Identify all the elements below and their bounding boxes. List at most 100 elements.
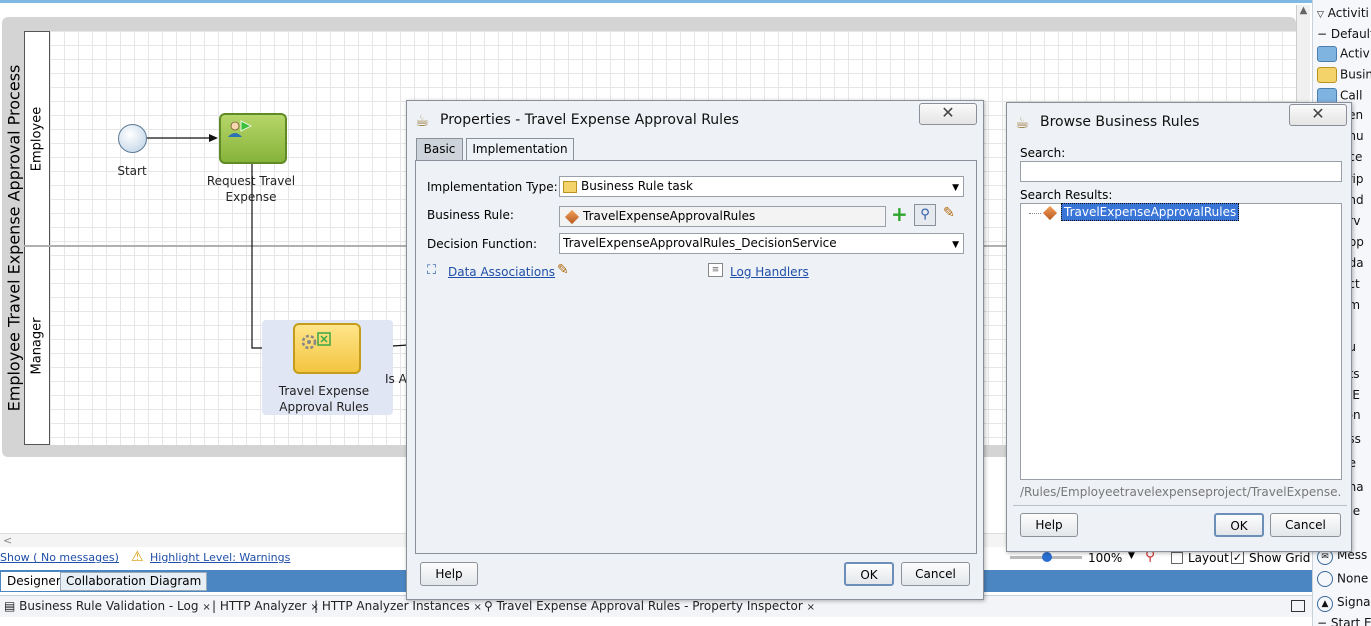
close-button[interactable]: ✕: [919, 103, 977, 125]
scroll-up-icon[interactable]: ▲: [1297, 5, 1310, 16]
request-travel-expense-task[interactable]: [219, 113, 287, 164]
search-label: Search:: [1020, 146, 1066, 160]
cancel-button[interactable]: Cancel: [1270, 513, 1341, 537]
browse-business-rules-dialog: ☕ Browse Business Rules ✕ Search: Search…: [1006, 102, 1352, 552]
edit-pencil-icon[interactable]: ✎: [943, 205, 955, 221]
rule-task-label: Travel Expense Approval Rules: [278, 384, 370, 414]
travel-expense-approval-rules-task[interactable]: [293, 323, 361, 374]
zoom-slider[interactable]: [1010, 552, 1082, 562]
browse-search-icon[interactable]: ⚲: [914, 204, 936, 226]
palette-section-start-events[interactable]: − Start E: [1317, 616, 1371, 626]
palette-item-business-rule[interactable]: Busin: [1317, 67, 1371, 83]
user-task-icon: [228, 120, 252, 137]
activity-icon: [1317, 46, 1337, 62]
close-icon: ✕: [1311, 104, 1325, 123]
chevron-down-icon: ▼: [952, 183, 959, 193]
implementation-type-label: Implementation Type:: [427, 180, 558, 194]
close-icon[interactable]: ×: [474, 602, 482, 613]
show-grid-checkbox[interactable]: ✓: [1231, 551, 1244, 564]
palette-section-label: Default: [1330, 27, 1371, 41]
tree-connector: [1029, 213, 1041, 214]
business-rule-label: Business Rule:: [427, 208, 514, 222]
decision-function-label: Decision Function:: [427, 237, 537, 251]
properties-dialog: ☕ Properties - Travel Expense Approval R…: [406, 100, 984, 600]
tab-collaboration-diagram[interactable]: Collaboration Diagram: [60, 572, 208, 591]
log-handlers-link[interactable]: Log Handlers: [730, 265, 809, 279]
help-button[interactable]: Help: [420, 562, 478, 586]
warning-icon: ⚠: [131, 549, 144, 565]
ok-button[interactable]: OK: [844, 562, 894, 586]
tab-http-analyzer-label: HTTP Analyzer: [219, 599, 307, 613]
palette-item-label: Signa: [1337, 595, 1371, 609]
business-rule-field[interactable]: TravelExpenseApprovalRules: [559, 206, 886, 227]
palette-item-label: Activ: [1340, 46, 1370, 61]
zoom-level[interactable]: 100%: [1088, 551, 1122, 565]
decision-function-select[interactable]: TravelExpenseApprovalRules_DecisionServi…: [559, 233, 964, 254]
tab-http-analyzer[interactable]: | HTTP Analyzer ×: [212, 599, 319, 613]
tab-basic[interactable]: Basic: [416, 138, 463, 160]
tab-http-analyzer-instances-label: HTTP Analyzer Instances: [321, 599, 470, 613]
cancel-button[interactable]: Cancel: [901, 562, 970, 586]
close-icon: ✕: [941, 103, 955, 122]
edit-pencil-icon[interactable]: ✎: [557, 262, 569, 278]
coffee-cup-icon: ☕: [415, 111, 430, 130]
properties-dialog-title: Properties - Travel Expense Approval Rul…: [440, 112, 739, 128]
palette-header[interactable]: ▽ Activiti: [1317, 6, 1369, 20]
search-input[interactable]: [1020, 161, 1342, 182]
close-icon[interactable]: ×: [807, 602, 815, 613]
show-messages-link[interactable]: Show ( No messages): [0, 551, 119, 564]
palette-item-label: None: [1337, 571, 1369, 586]
data-associations-icon: ⛶: [427, 263, 437, 278]
close-button[interactable]: ✕: [1289, 104, 1347, 126]
chevron-down-icon: ▼: [952, 240, 959, 250]
palette-section-default[interactable]: − Default: [1317, 27, 1371, 41]
palette-item-activity[interactable]: Activ: [1317, 46, 1370, 62]
add-icon[interactable]: +: [891, 202, 908, 226]
search-results-label: Search Results:: [1020, 188, 1113, 202]
tab-property-inspector[interactable]: ⚲ Travel Expense Approval Rules - Proper…: [484, 599, 815, 613]
scroll-left-icon[interactable]: <: [0, 534, 12, 547]
business-rule-value: TravelExpenseApprovalRules: [583, 209, 756, 223]
highlight-level-link[interactable]: Highlight Level: Warnings: [150, 551, 290, 564]
zoom-slider-thumb[interactable]: [1042, 552, 1052, 562]
show-grid-label[interactable]: Show Grid: [1249, 551, 1310, 565]
tab-property-inspector-label: Travel Expense Approval Rules - Property…: [496, 599, 803, 613]
layout-icon[interactable]: [1171, 552, 1183, 564]
coffee-cup-icon: ☕: [1015, 113, 1030, 132]
rule-diamond-icon: [1042, 205, 1058, 220]
chevron-down-icon: ▽: [1317, 10, 1324, 20]
palette-item-label: Call: [1340, 88, 1363, 103]
zoom-dropdown-icon[interactable]: ▼: [1128, 551, 1135, 561]
business-rule-task-icon: [563, 180, 577, 193]
signal-event-icon: ▲: [1317, 596, 1333, 612]
tab-http-analyzer-instances[interactable]: | HTTP Analyzer Instances ×: [314, 599, 482, 613]
divider: [1013, 505, 1347, 506]
result-item[interactable]: TravelExpenseApprovalRules: [1041, 203, 1240, 221]
ok-button[interactable]: OK: [1214, 513, 1264, 537]
palette-item-label: Start E: [1330, 616, 1371, 626]
selected-path: /Rules/Employeetravelexpenseproject/Trav…: [1020, 485, 1342, 499]
implementation-type-select[interactable]: Business Rule task ▼: [559, 176, 964, 197]
tab-implementation[interactable]: Implementation: [466, 138, 574, 161]
data-associations-link[interactable]: Data Associations: [448, 265, 555, 279]
log-handlers-icon: ≡: [708, 263, 723, 277]
close-icon[interactable]: ×: [202, 602, 210, 613]
browse-dialog-title: Browse Business Rules: [1040, 114, 1200, 130]
palette-header-label: Activiti: [1327, 6, 1369, 20]
tab-business-rule-validation-label: Business Rule Validation - Log: [19, 599, 199, 613]
start-event[interactable]: [118, 124, 147, 153]
business-rule-icon: [1317, 67, 1337, 83]
implementation-type-value: Business Rule task: [581, 179, 693, 193]
tab-business-rule-validation[interactable]: ▤ Business Rule Validation - Log ×: [4, 599, 211, 613]
minimize-panel-icon[interactable]: [1291, 600, 1305, 612]
none-event-icon: [1317, 571, 1333, 587]
palette-item-label: Busin: [1340, 67, 1371, 82]
help-button[interactable]: Help: [1020, 513, 1078, 537]
decision-function-value: TravelExpenseApprovalRules_DecisionServi…: [563, 236, 837, 250]
business-rule-icon: [301, 332, 331, 350]
layout-label[interactable]: Layout: [1188, 551, 1229, 565]
search-results-tree[interactable]: TravelExpenseApprovalRules: [1020, 203, 1342, 480]
palette-item-none[interactable]: None: [1317, 571, 1368, 587]
tab-designer[interactable]: Designer: [1, 572, 67, 591]
palette-item-signal[interactable]: ▲ Signa: [1317, 595, 1371, 612]
